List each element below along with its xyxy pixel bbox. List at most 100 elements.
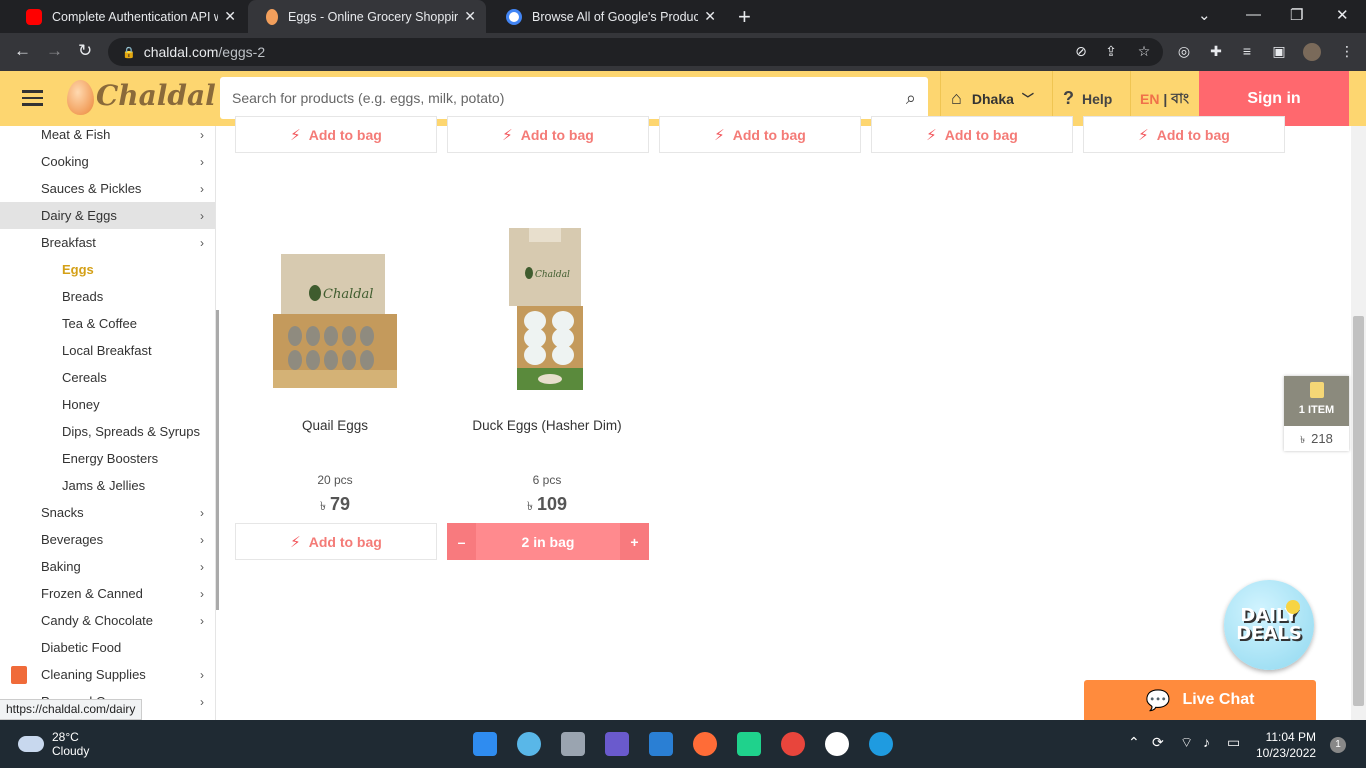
bookmark-star-icon[interactable]: ☆	[1135, 43, 1153, 61]
sidebar-item-cooking[interactable]: Cooking ›	[0, 148, 215, 175]
lightning-icon: ⚡	[502, 126, 513, 144]
sidebar-item-honey[interactable]: Honey	[0, 391, 215, 418]
sync-icon[interactable]: ⟳	[1152, 734, 1164, 751]
sidebar-item-dairy-eggs[interactable]: Dairy & Eggs ›	[0, 202, 215, 229]
volume-icon[interactable]: ♪	[1203, 734, 1210, 750]
daily-deals-button[interactable]: DAILY DEALS	[1224, 580, 1314, 670]
chaldal-logo-text[interactable]: Chaldal	[96, 79, 216, 112]
add-to-bag-button[interactable]: ⚡ Add to bag	[659, 116, 861, 153]
vscode-icon[interactable]	[649, 732, 673, 756]
hamburger-menu-icon[interactable]	[22, 90, 43, 106]
google-icon	[506, 8, 522, 25]
share-icon[interactable]: ⇪	[1102, 43, 1120, 61]
search-taskbar-icon[interactable]	[517, 732, 541, 756]
sidebar-item-meat-fish[interactable]: Meat & Fish ›	[0, 126, 215, 148]
sidebar-item-breads[interactable]: Breads	[0, 283, 215, 310]
duck-eggs-image[interactable]: Chaldal	[449, 218, 649, 408]
add-to-bag-button[interactable]: ⚡ Add to bag	[1083, 116, 1285, 153]
close-tab-icon[interactable]: ✕	[704, 8, 716, 25]
browser-tab-chaldal[interactable]: Eggs - Online Grocery Shopping ✕	[248, 0, 486, 33]
forward-icon[interactable]: →	[46, 41, 63, 61]
search-input[interactable]	[232, 90, 906, 106]
teams-chat-icon[interactable]	[605, 732, 629, 756]
sidebar-item-breakfast[interactable]: Breakfast ›	[0, 229, 215, 256]
add-to-bag-button[interactable]: ⚡ Add to bag	[235, 116, 437, 153]
reload-icon[interactable]: ↻	[78, 41, 92, 61]
quail-eggs-image[interactable]: Chaldal	[237, 218, 437, 408]
decrease-quantity-button[interactable]: –	[447, 523, 476, 560]
windows-start-icon[interactable]	[473, 732, 497, 756]
category-sidebar: Meat & Fish › Cooking › Sauces & Pickles › …	[0, 126, 216, 720]
search-icon[interactable]: ⌕	[906, 88, 916, 109]
chrome-icon[interactable]	[781, 732, 805, 756]
mongodb-icon[interactable]	[825, 732, 849, 756]
new-tab-icon[interactable]: +	[738, 4, 751, 30]
sidebar-item-candy-chocolate[interactable]: Candy & Chocolate ›	[0, 607, 215, 634]
pycharm-icon[interactable]	[737, 732, 761, 756]
sidebar-item-dips-spreads[interactable]: Dips, Spreads & Syrups	[0, 418, 215, 445]
product-name[interactable]: Duck Eggs (Hasher Dim)	[441, 418, 653, 433]
chevron-right-icon: ›	[200, 559, 204, 574]
address-bar[interactable]: 🔒 chaldal.com/eggs-2	[108, 38, 1163, 66]
add-to-bag-button[interactable]: ⚡ Add to bag	[447, 116, 649, 153]
lightning-icon: ⚡	[714, 126, 725, 144]
search-box[interactable]: ⌕	[220, 77, 928, 119]
bag-quantity-control: – 2 in bag +	[447, 523, 649, 560]
sidebar-item-diabetic-food[interactable]: Diabetic Food	[0, 634, 215, 661]
weather-widget[interactable]: 28°C Cloudy	[18, 730, 89, 758]
tab-search-icon[interactable]: ⌄	[1198, 6, 1211, 24]
live-chat-button[interactable]: 💬 Live Chat	[1084, 680, 1316, 720]
browser-menu-icon[interactable]: ⋮	[1338, 43, 1356, 61]
chaldal-logo-egg[interactable]	[67, 80, 94, 115]
restore-icon[interactable]: ❐	[1290, 6, 1303, 24]
page-scrollbar[interactable]	[1351, 126, 1366, 720]
sidebar-item-baking[interactable]: Baking ›	[0, 553, 215, 580]
task-view-icon[interactable]	[561, 732, 585, 756]
scrollbar-thumb[interactable]	[1353, 316, 1364, 706]
sidebar-item-snacks[interactable]: Snacks ›	[0, 499, 215, 526]
chevron-up-icon[interactable]: ⌃	[1128, 734, 1140, 751]
edge-icon[interactable]	[869, 732, 893, 756]
notification-badge[interactable]: 1	[1330, 737, 1346, 753]
blocked-icon[interactable]: ⊘	[1072, 43, 1090, 61]
back-icon[interactable]: ←	[14, 41, 31, 61]
in-bag-count[interactable]: 2 in bag	[476, 523, 620, 560]
extension-circle-icon[interactable]: ◎	[1175, 43, 1193, 61]
product-size: 20 pcs	[317, 473, 353, 487]
browser-tab-youtube[interactable]: Complete Authentication API wit ✕	[8, 0, 246, 33]
battery-icon[interactable]: ▭	[1227, 734, 1240, 751]
sidebar-item-frozen-canned[interactable]: Frozen & Canned ›	[0, 580, 215, 607]
sidebar-item-cleaning-supplies[interactable]: Cleaning Supplies ›	[0, 661, 215, 688]
chevron-right-icon: ›	[200, 586, 204, 601]
add-to-bag-button[interactable]: ⚡ Add to bag	[871, 116, 1073, 153]
wifi-icon[interactable]: ⌔	[1180, 734, 1193, 752]
sidebar-item-cereals[interactable]: Cereals	[0, 364, 215, 391]
close-tab-icon[interactable]: ✕	[464, 8, 476, 25]
chevron-down-icon: ﹀	[1021, 92, 1034, 106]
product-name[interactable]: Quail Eggs	[229, 418, 441, 433]
profile-avatar[interactable]	[1303, 43, 1321, 61]
side-panel-icon[interactable]: ▣	[1270, 43, 1288, 61]
sidebar-item-eggs[interactable]: Eggs	[0, 256, 215, 283]
sidebar-scrollbar[interactable]	[216, 310, 219, 610]
postman-icon[interactable]	[693, 732, 717, 756]
sidebar-item-beverages[interactable]: Beverages ›	[0, 526, 215, 553]
sidebar-item-tea-coffee[interactable]: Tea & Coffee	[0, 310, 215, 337]
media-control-icon[interactable]: ≡	[1238, 43, 1256, 61]
floating-cart[interactable]: 1 ITEM ৳ 218	[1284, 376, 1349, 451]
chevron-right-icon: ›	[200, 127, 204, 142]
sun-icon	[1286, 600, 1300, 614]
taskbar-clock[interactable]: 11:04 PM 10/23/2022	[1256, 729, 1316, 761]
close-tab-icon[interactable]: ✕	[224, 8, 236, 25]
sidebar-item-jams-jellies[interactable]: Jams & Jellies	[0, 472, 215, 499]
sidebar-item-energy-boosters[interactable]: Energy Boosters	[0, 445, 215, 472]
increase-quantity-button[interactable]: +	[620, 523, 649, 560]
minimize-icon[interactable]: —	[1246, 6, 1261, 23]
close-window-icon[interactable]: ✕	[1336, 6, 1349, 24]
chevron-right-icon: ›	[200, 505, 204, 520]
add-to-bag-button[interactable]: ⚡ Add to bag	[235, 523, 437, 560]
sidebar-item-local-breakfast[interactable]: Local Breakfast	[0, 337, 215, 364]
browser-tab-google[interactable]: Browse All of Google's Products ✕	[488, 0, 726, 33]
extensions-puzzle-icon[interactable]: ✚	[1207, 43, 1225, 61]
sidebar-item-sauces-pickles[interactable]: Sauces & Pickles ›	[0, 175, 215, 202]
